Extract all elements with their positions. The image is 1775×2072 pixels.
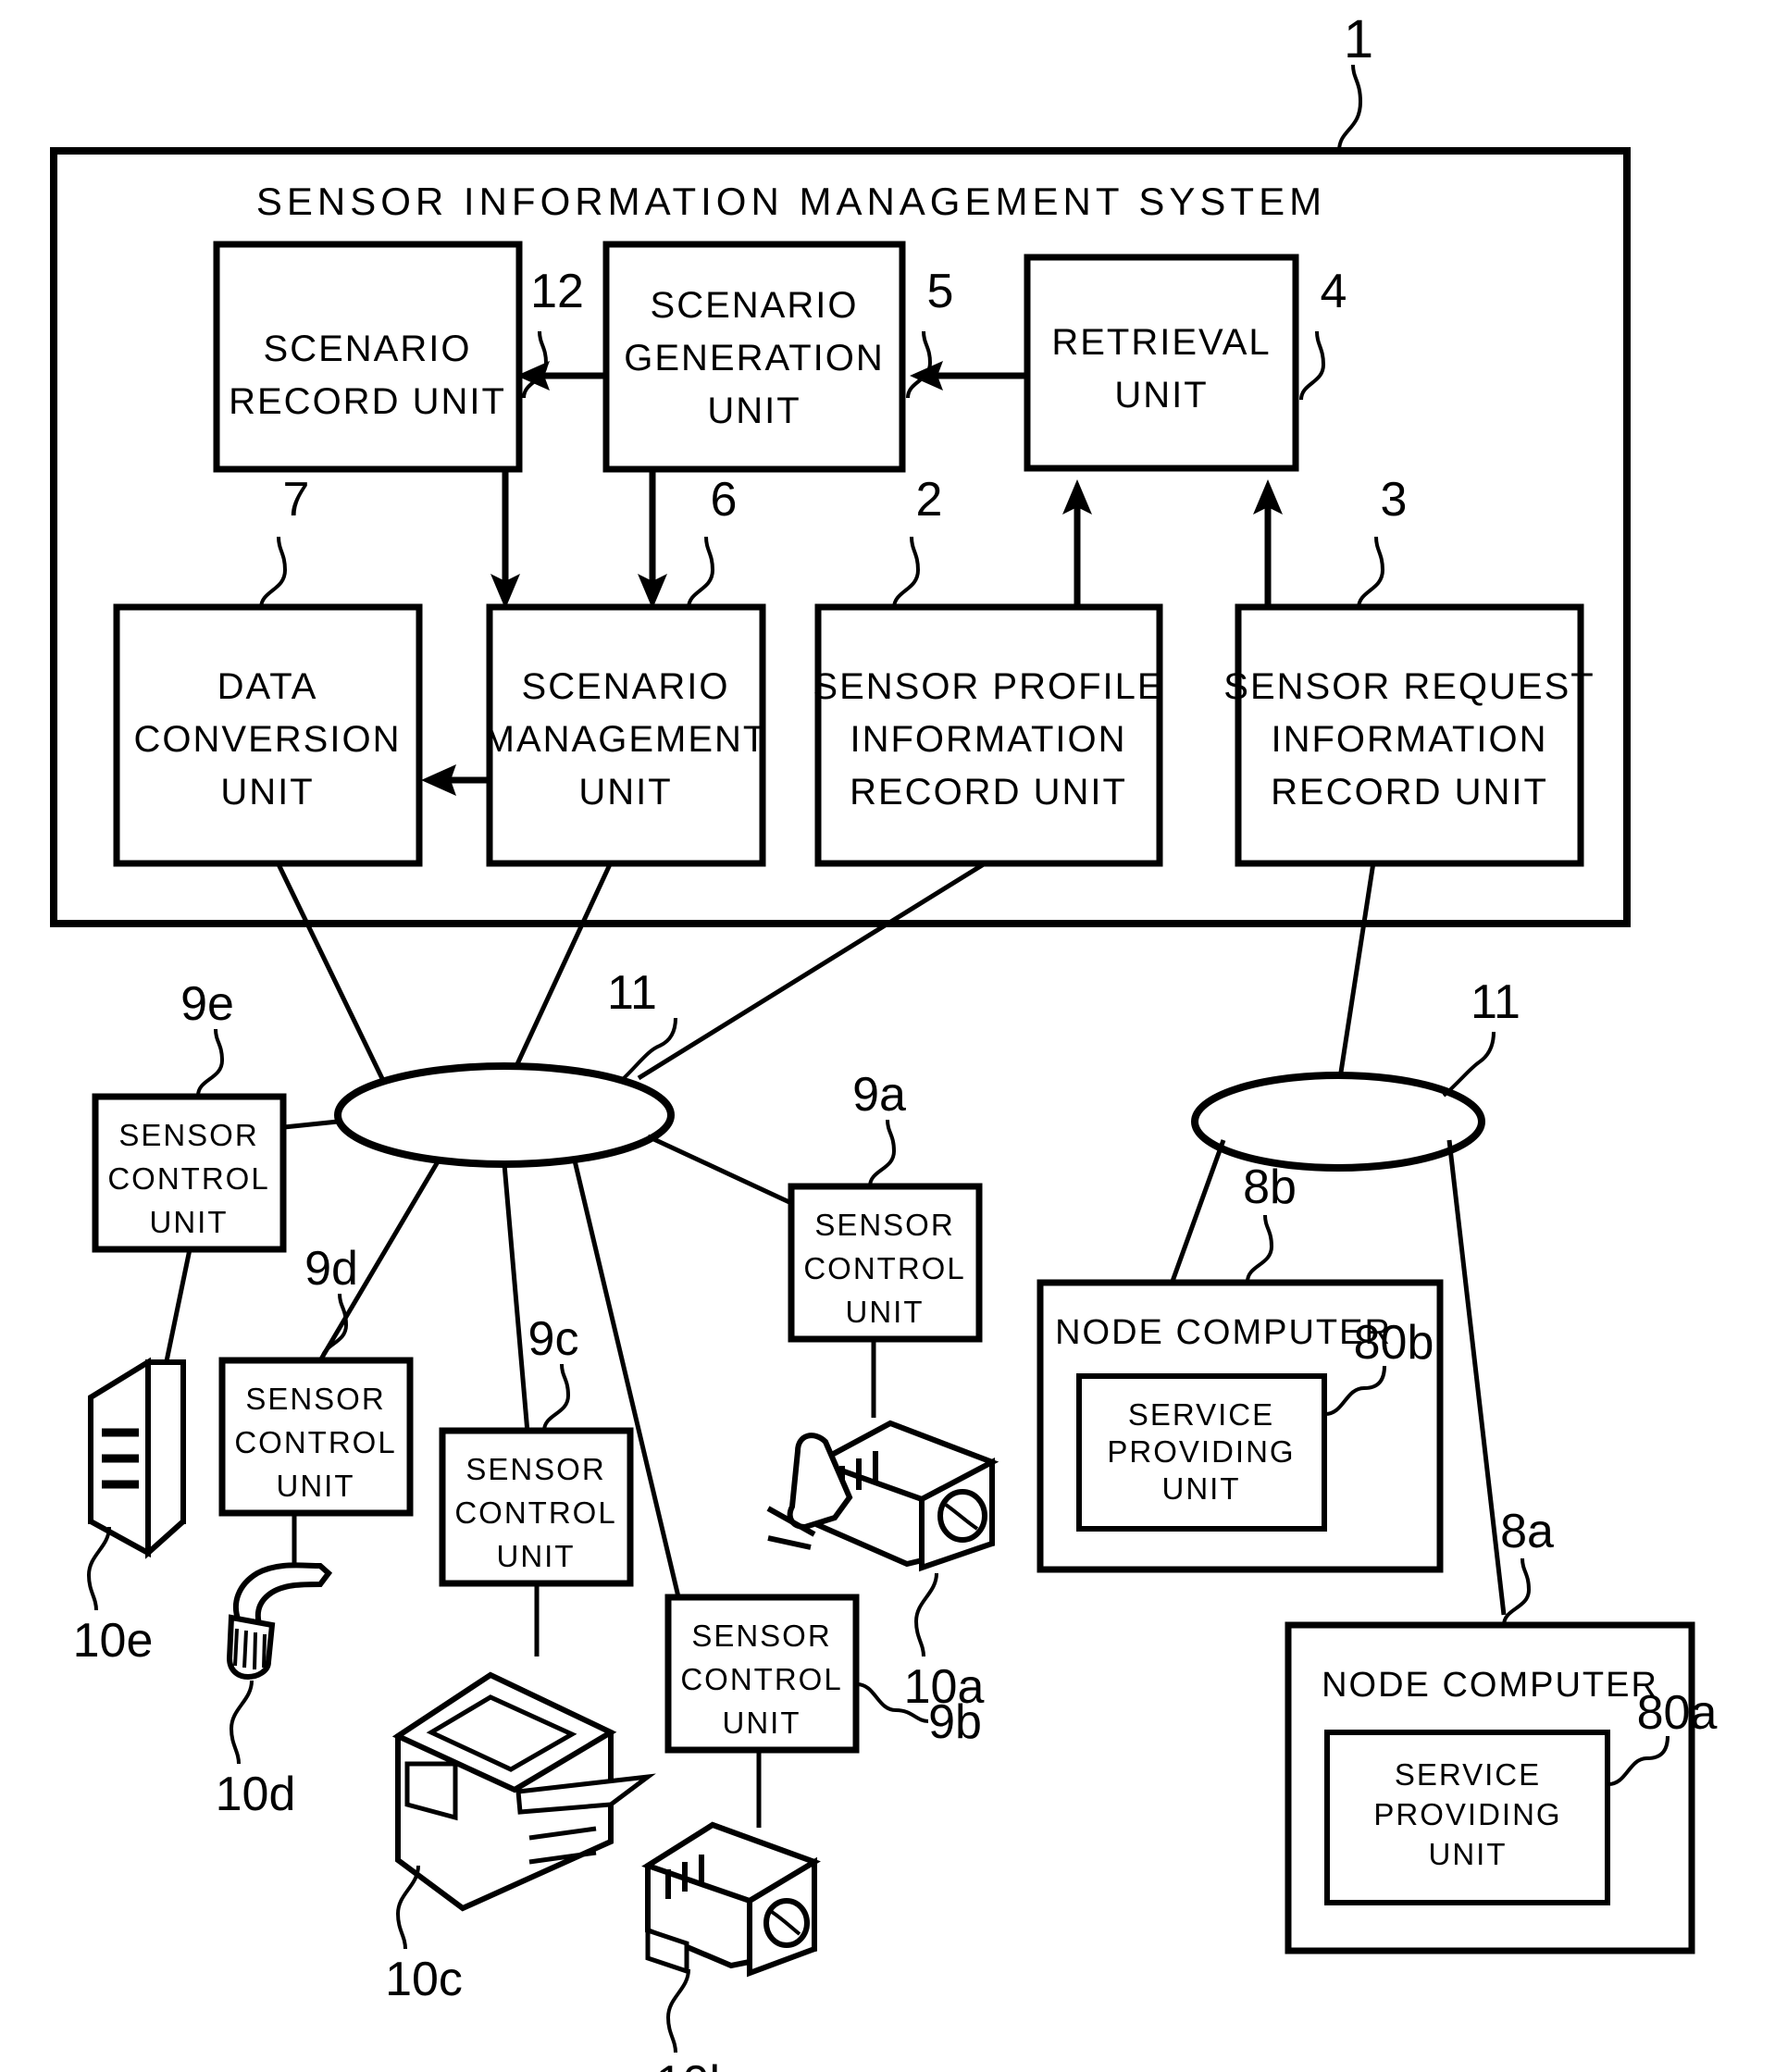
sensor-control-unit-9c-line3: UNIT: [497, 1539, 576, 1573]
ref-label-2: 2: [916, 473, 943, 527]
ref-label-80b: 80b: [1354, 1316, 1434, 1370]
sensor-control-unit-9b-line2: CONTROL: [680, 1662, 842, 1696]
data-conversion-unit-line1: DATA: [217, 666, 318, 707]
ref-label-9d: 9d: [304, 1242, 358, 1296]
ref-label-10a: 10a: [904, 1660, 985, 1714]
retrieval-unit-line2: UNIT: [1114, 375, 1208, 416]
sensor-control-unit-9c-line2: CONTROL: [454, 1495, 616, 1530]
ref-label-9c: 9c: [528, 1312, 579, 1366]
sensor-profile-unit-line3: RECORD UNIT: [850, 772, 1127, 813]
scenario-record-unit-line2: RECORD UNIT: [229, 381, 506, 422]
ref-label-10e: 10e: [73, 1614, 154, 1668]
service-providing-unit-80b-line2: PROVIDING: [1107, 1434, 1295, 1469]
sensor-control-unit-9c-line1: SENSOR: [465, 1452, 605, 1486]
ref-label-5: 5: [927, 265, 954, 318]
scenario-generation-unit-line2: GENERATION: [624, 338, 885, 378]
sensor-request-unit-line2: INFORMATION: [1271, 719, 1547, 760]
ref-label-8b: 8b: [1243, 1160, 1297, 1214]
ref-label-12: 12: [530, 265, 584, 318]
ref-label-80a: 80a: [1637, 1686, 1718, 1740]
ref-label-1: 1: [1344, 9, 1373, 69]
ref-label-9e: 9e: [180, 977, 234, 1031]
retrieval-unit-line1: RETRIEVAL: [1051, 322, 1271, 363]
patent-figure: SENSOR INFORMATION MANAGEMENT SYSTEM 1 S…: [0, 0, 1775, 2072]
scenario-management-unit-line2: MANAGEMENT: [484, 719, 768, 760]
sensor-request-unit-line1: SENSOR REQUEST: [1223, 666, 1595, 707]
service-providing-unit-80b-line3: UNIT: [1162, 1471, 1241, 1506]
service-providing-unit-80a-line1: SERVICE: [1395, 1757, 1541, 1792]
data-conversion-unit-line3: UNIT: [220, 772, 314, 813]
sensor-profile-unit-line1: SENSOR PROFILE: [813, 666, 1163, 707]
ref-label-8a: 8a: [1500, 1505, 1554, 1558]
sensor-control-unit-9a-line2: CONTROL: [803, 1251, 965, 1285]
ref-label-11-left: 11: [607, 966, 657, 1020]
sensor-control-unit-9d-line3: UNIT: [277, 1469, 355, 1503]
service-providing-unit-80a-line2: PROVIDING: [1373, 1797, 1561, 1831]
sensor-control-unit-9e-line3: UNIT: [150, 1205, 229, 1239]
ref-label-11-right: 11: [1471, 975, 1521, 1029]
scenario-record-unit-line1: SCENARIO: [264, 329, 472, 369]
sensor-request-unit-line3: RECORD UNIT: [1271, 772, 1548, 813]
service-providing-unit-80b-line1: SERVICE: [1128, 1397, 1274, 1432]
ref-label-9a: 9a: [852, 1068, 906, 1122]
system-title: SENSOR INFORMATION MANAGEMENT SYSTEM: [256, 180, 1326, 223]
node-computer-8b-title: NODE COMPUTER: [1055, 1313, 1392, 1352]
sensor-control-unit-9b-line3: UNIT: [723, 1706, 801, 1740]
sensor-control-unit-9a-line3: UNIT: [846, 1295, 925, 1329]
data-conversion-unit-line2: CONVERSION: [134, 719, 402, 760]
sensor-profile-unit-line2: INFORMATION: [850, 719, 1126, 760]
text-layer: SENSOR INFORMATION MANAGEMENT SYSTEM 1 S…: [73, 9, 1718, 2072]
sensor-control-unit-9b-line1: SENSOR: [691, 1619, 831, 1653]
scenario-generation-unit-line1: SCENARIO: [651, 285, 859, 326]
sensor-control-unit-9e-line1: SENSOR: [118, 1118, 258, 1152]
ref-label-4: 4: [1321, 265, 1347, 318]
ref-label-3: 3: [1381, 473, 1408, 527]
node-computer-8a-title: NODE COMPUTER: [1322, 1666, 1658, 1705]
ref-label-10d: 10d: [216, 1768, 296, 1821]
sensor-control-unit-9d-line1: SENSOR: [245, 1382, 385, 1416]
ref-label-10b: 10b: [656, 2056, 737, 2072]
service-providing-unit-80a-line3: UNIT: [1429, 1837, 1508, 1871]
ref-label-7: 7: [283, 473, 310, 527]
sensor-control-unit-9a-line1: SENSOR: [814, 1208, 954, 1242]
ref-label-6: 6: [711, 473, 738, 527]
scenario-generation-unit-line3: UNIT: [707, 391, 801, 431]
scenario-management-unit-line3: UNIT: [578, 772, 672, 813]
sensor-control-unit-9d-line2: CONTROL: [234, 1425, 396, 1459]
ref-label-10c: 10c: [385, 1953, 463, 2006]
sensor-control-unit-9e-line2: CONTROL: [107, 1161, 269, 1196]
scenario-management-unit-line1: SCENARIO: [522, 666, 730, 707]
